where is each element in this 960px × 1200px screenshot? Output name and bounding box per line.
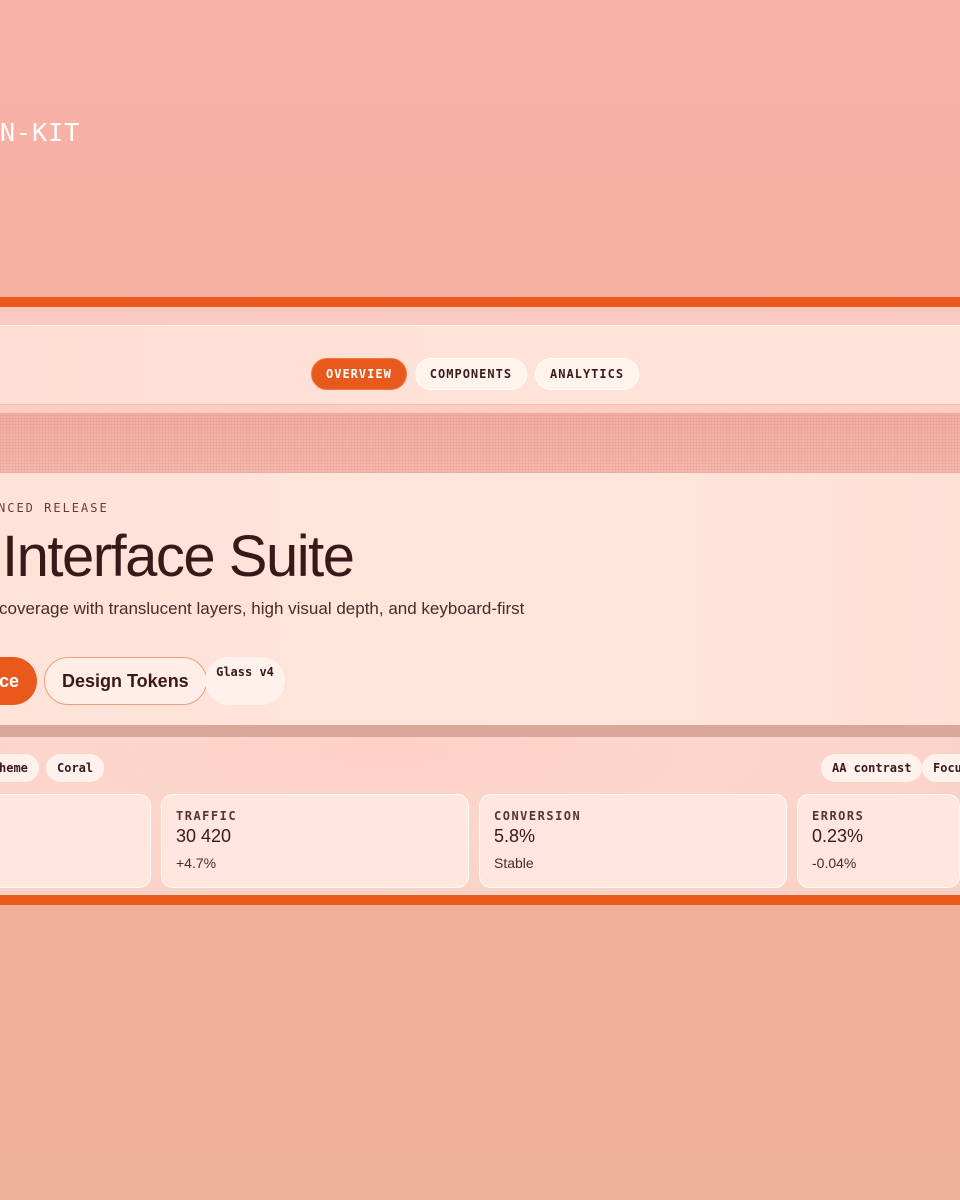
- metric-value: 5.8%: [494, 826, 536, 846]
- brand-wordmark: N-KIT: [0, 118, 81, 147]
- metric-label: TRAFFIC: [176, 809, 238, 823]
- design-tokens-button[interactable]: Design Tokens: [44, 657, 207, 705]
- tab-analytics[interactable]: ANALYTICS: [535, 358, 640, 390]
- tab-components[interactable]: COMPONENTS: [414, 358, 528, 390]
- section-divider: [0, 725, 960, 737]
- metric-delta: -0.04%: [812, 855, 857, 871]
- metric-card-partial: [0, 794, 151, 888]
- page-title: Interface Suite: [2, 524, 355, 589]
- metric-value: 30 420: [176, 826, 232, 846]
- metric-value: 0.23%: [812, 826, 864, 846]
- app-frame: OVERVIEW COMPONENTS ANALYTICS NCED RELEA…: [0, 297, 960, 905]
- primary-cta-button[interactable]: ce: [0, 657, 37, 705]
- metrics-section: heme Coral AA contrast Focu TRAFFIC 30 4…: [0, 737, 960, 895]
- hero-eyebrow: NCED RELEASE: [0, 501, 109, 515]
- chip-aa-contrast[interactable]: AA contrast: [821, 754, 923, 782]
- nav-tabs: OVERVIEW COMPONENTS ANALYTICS: [311, 358, 640, 390]
- version-badge: Glass v4: [205, 657, 285, 705]
- metric-label: ERRORS: [812, 809, 865, 823]
- tab-overview[interactable]: OVERVIEW: [311, 358, 407, 390]
- metric-delta: Stable: [494, 855, 534, 871]
- metric-label: CONVERSION: [494, 809, 582, 823]
- chip-theme[interactable]: heme: [0, 754, 39, 782]
- decorative-stripe: [0, 413, 960, 473]
- metric-card-conversion: CONVERSION 5.8% Stable: [479, 794, 787, 888]
- chip-coral[interactable]: Coral: [46, 754, 105, 782]
- top-nav: OVERVIEW COMPONENTS ANALYTICS: [0, 325, 960, 405]
- metric-card-errors: ERRORS 0.23% -0.04%: [797, 794, 960, 888]
- metric-card-traffic: TRAFFIC 30 420 +4.7%: [161, 794, 469, 888]
- chip-focus[interactable]: Focu: [922, 754, 960, 782]
- hero-panel: NCED RELEASE Interface Suite coverage wi…: [0, 473, 960, 725]
- hero-description: coverage with translucent layers, high v…: [0, 599, 525, 618]
- metric-delta: +4.7%: [176, 855, 217, 871]
